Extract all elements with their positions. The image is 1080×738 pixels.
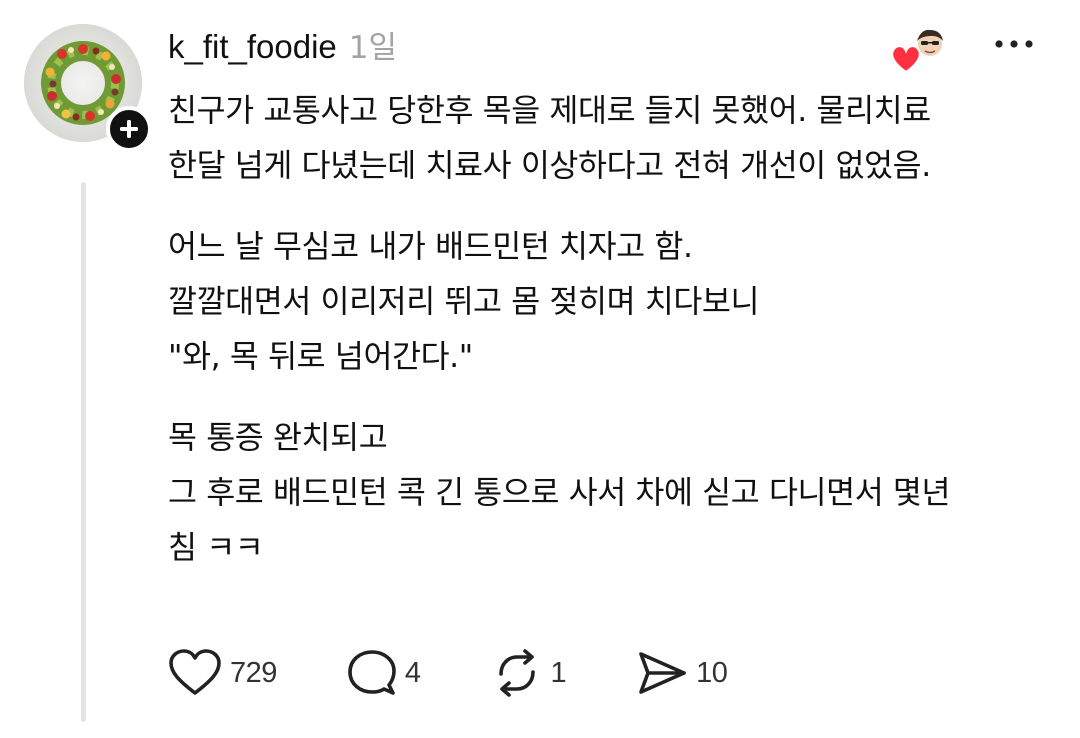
repost-icon <box>491 648 543 698</box>
username[interactable]: k_fit_foodie <box>168 28 337 66</box>
text-line: 한달 넘게 다녔는데 치료사 이상하다고 전혀 개선이 없었음. <box>168 148 931 184</box>
author-liked-indicator <box>888 24 950 76</box>
like-button[interactable]: 729 <box>168 648 277 698</box>
post-body: 친구가 교통사고 당한후 목을 제대로 들지 못했어. 물리치료 한달 넘게 다… <box>168 84 1048 576</box>
share-count: 10 <box>696 656 728 689</box>
paragraph: 목 통증 완치되고 그 후로 배드민턴 콕 긴 통으로 사서 차에 싣고 다니면… <box>168 411 1048 576</box>
action-bar: 729 4 1 10 <box>168 646 797 700</box>
author-liked-heart-icon <box>891 29 944 74</box>
more-dots-icon <box>995 40 1033 48</box>
comment-bubble-icon <box>347 648 397 698</box>
thread-line <box>81 182 86 722</box>
follow-button[interactable] <box>106 106 152 152</box>
reply-count: 4 <box>404 656 421 689</box>
like-count: 729 <box>230 656 277 689</box>
repost-count: 1 <box>550 656 567 689</box>
text-line: 깔깔대면서 이리저리 뛰고 몸 젖히며 치다보니 <box>168 284 760 320</box>
text-line: 목 통증 완치되고 <box>168 420 388 456</box>
paragraph: 친구가 교통사고 당한후 목을 제대로 들지 못했어. 물리치료 한달 넘게 다… <box>168 84 1048 194</box>
timestamp[interactable]: 1일 <box>349 22 397 67</box>
text-line: 그 후로 배드민턴 콕 긴 통으로 사서 차에 싣고 다니면서 몇년 <box>168 475 951 511</box>
text-line: "와, 목 뒤로 넘어간다." <box>168 339 473 375</box>
plus-icon <box>120 120 138 138</box>
text-line: 친구가 교통사고 당한후 목을 제대로 들지 못했어. 물리치료 <box>168 93 931 129</box>
author-avatar-container[interactable] <box>24 24 152 152</box>
more-options-button[interactable] <box>988 26 1040 62</box>
text-line: 어느 날 무심코 내가 배드민턴 치자고 함. <box>168 229 693 265</box>
post-header: k_fit_foodie 1일 <box>168 22 397 70</box>
reply-button[interactable]: 4 <box>347 648 421 698</box>
share-button[interactable]: 10 <box>636 648 728 698</box>
repost-button[interactable]: 1 <box>491 648 567 698</box>
text-line: 침 ㅋㅋ <box>168 530 264 566</box>
send-icon <box>636 648 688 698</box>
heart-icon <box>168 648 222 698</box>
paragraph: 어느 날 무심코 내가 배드민턴 치자고 함. 깔깔대면서 이리저리 뛰고 몸 … <box>168 220 1048 385</box>
